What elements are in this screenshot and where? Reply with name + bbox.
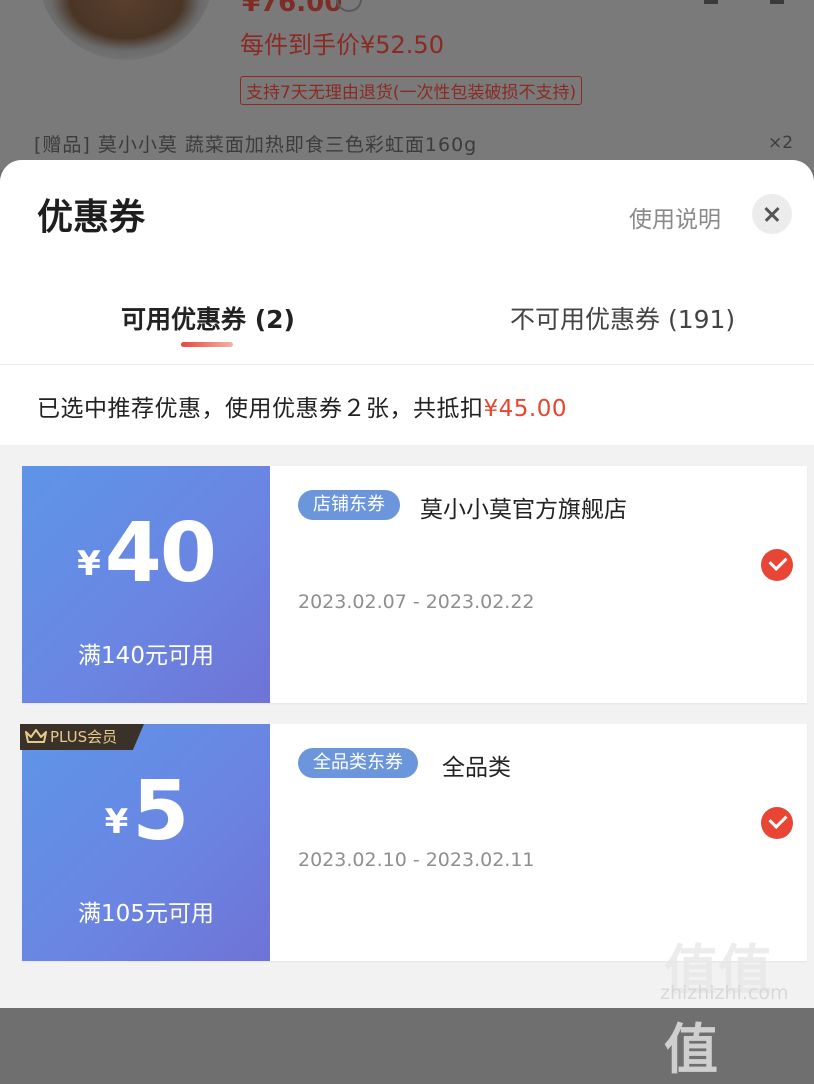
summary-text: 已选中推荐优惠，使用优惠券２张，共抵扣 xyxy=(37,396,484,422)
active-tab-indicator xyxy=(181,342,233,347)
coupon-condition: 满105元可用 xyxy=(78,901,214,927)
return-policy-badge: 支持7天无理由退货(一次性包装破损不支持) xyxy=(240,76,583,105)
coupon-type-tag: 店铺东券 xyxy=(298,490,400,520)
final-price: 每件到手价¥52.50 xyxy=(240,31,444,59)
stepper-minus-icon xyxy=(704,0,718,4)
coupon-validity: 2023.02.10 - 2023.02.11 xyxy=(298,849,535,871)
summary-amount: ¥45.00 xyxy=(483,396,567,422)
watermark-url: zhizhizhi.com xyxy=(660,982,789,1004)
product-price: ¥76.00 xyxy=(242,0,343,18)
sheet-title: 优惠券 xyxy=(37,197,146,238)
currency-symbol: ¥ xyxy=(77,544,101,584)
currency-symbol: ¥ xyxy=(104,802,129,842)
tab-available-coupons[interactable]: 可用优惠券 (2) xyxy=(121,300,295,336)
coupon-shop-name: 莫小小莫官方旗舰店 xyxy=(420,497,627,523)
product-background: ¥76.00 每件到手价¥52.50 支持7天无理由退货(一次性包装破损不支持)… xyxy=(0,0,814,170)
stepper-plus-icon xyxy=(770,0,784,4)
tab-unavailable-coupons[interactable]: 不可用优惠券 (191) xyxy=(510,300,735,336)
coupon-value-panel: ¥40 满140元可用 xyxy=(17,466,270,703)
checkmark-icon[interactable] xyxy=(761,807,793,839)
product-image xyxy=(38,0,214,60)
plus-member-badge: PLUS会员 xyxy=(20,724,144,750)
gift-item: [赠品] 莫小小莫 蔬菜面加热即食三色彩虹面160g xyxy=(34,134,478,156)
gift-quantity: ×2 xyxy=(768,133,794,153)
crown-icon xyxy=(25,729,47,743)
watermark-logo: 值值值 xyxy=(664,939,772,1081)
plus-member-label: PLUS会员 xyxy=(50,728,118,746)
checkmark-icon[interactable] xyxy=(761,549,793,581)
coupon-validity: 2023.02.07 - 2023.02.22 xyxy=(298,591,535,613)
usage-help-link[interactable]: 使用说明 xyxy=(629,200,721,234)
coupon-sheet: 优惠券 使用说明 可用优惠券 (2) 不可用优惠券 (191) 已选中推荐优惠，… xyxy=(0,160,814,1008)
close-icon[interactable] xyxy=(752,194,792,234)
discount-summary: 已选中推荐优惠，使用优惠券２张，共抵扣¥45.00 xyxy=(0,365,814,445)
coupon-condition: 满140元可用 xyxy=(78,643,214,669)
sheet-header: 优惠券 使用说明 可用优惠券 (2) 不可用优惠券 (191) xyxy=(0,160,814,365)
coupon-type-tag: 全品类东券 xyxy=(298,748,418,778)
coupon-amount: 5 xyxy=(132,764,189,859)
coupon-shop-name: 全品类 xyxy=(442,755,511,781)
coupon-amount: 40 xyxy=(104,506,217,601)
coupon-card[interactable]: ¥40 满140元可用 店铺东券 莫小小莫官方旗舰店 2023.02.07 - … xyxy=(17,466,807,703)
coupon-value-panel: ¥5 满105元可用 xyxy=(17,724,270,961)
